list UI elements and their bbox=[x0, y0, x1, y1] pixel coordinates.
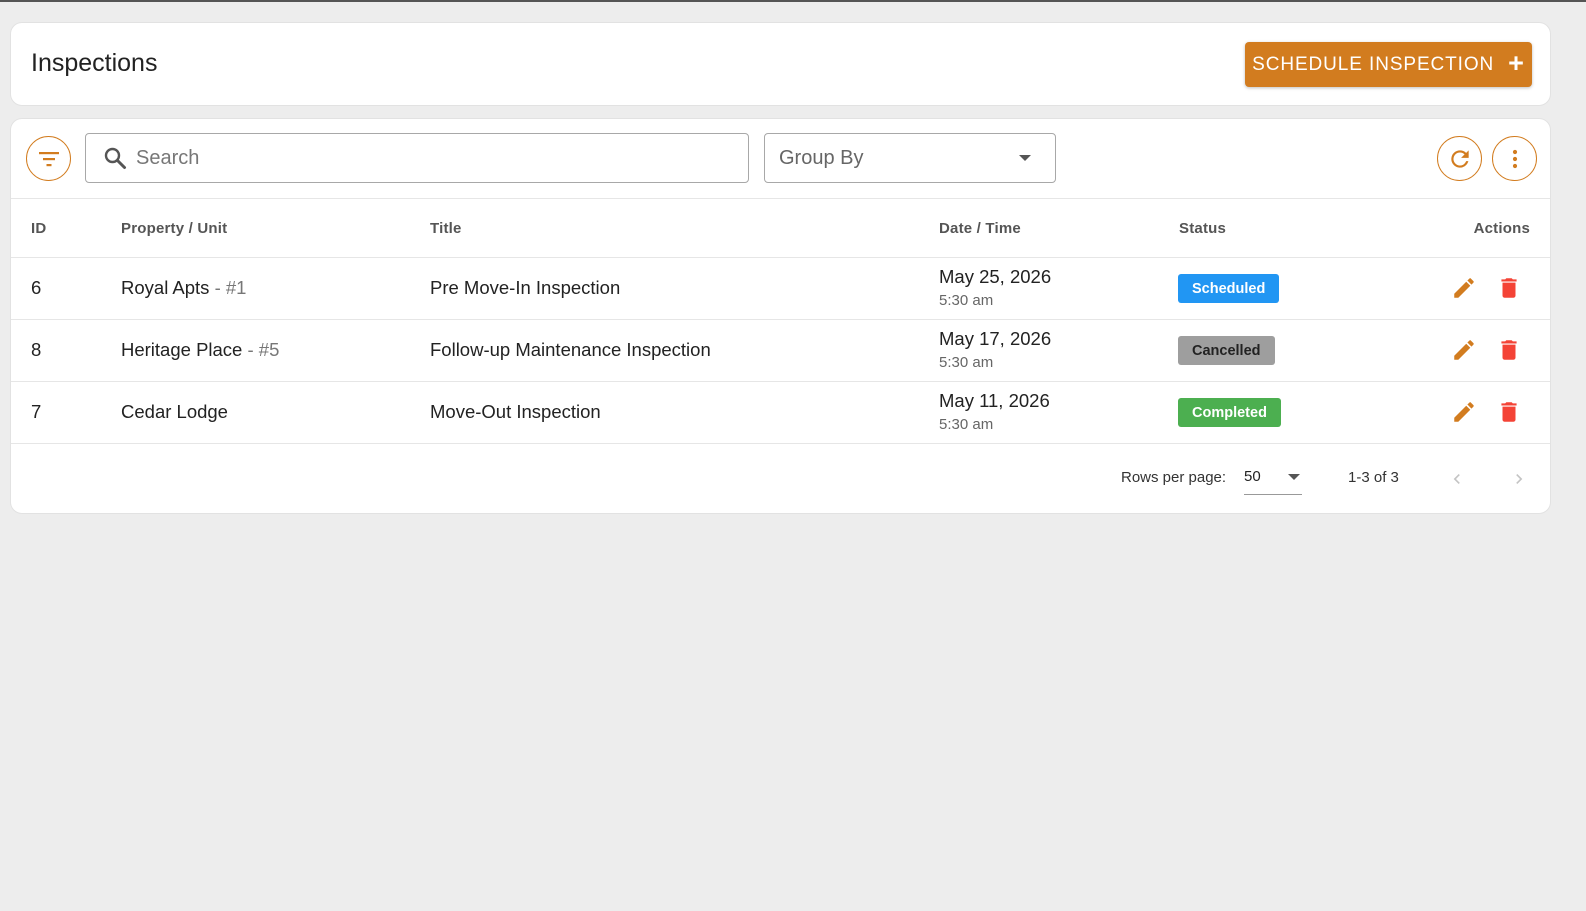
trash-icon[interactable] bbox=[1496, 337, 1522, 363]
filter-icon bbox=[38, 151, 59, 166]
cell-time: 5:30 am bbox=[939, 354, 994, 371]
previous-page-button[interactable] bbox=[1445, 467, 1469, 491]
chevron-right-icon bbox=[1516, 474, 1523, 484]
cell-time: 5:30 am bbox=[939, 292, 994, 309]
more-vertical-icon bbox=[1512, 149, 1517, 168]
status-badge: Scheduled bbox=[1178, 274, 1280, 303]
chevron-left-icon bbox=[1453, 474, 1460, 484]
chevron-down-icon bbox=[1019, 155, 1031, 161]
cell-date: May 25, 2026 bbox=[939, 266, 1052, 287]
schedule-inspection-button[interactable]: Schedule Inspection + bbox=[1245, 42, 1532, 87]
status-badge: Completed bbox=[1178, 398, 1281, 427]
unit-number: - #5 bbox=[242, 339, 280, 360]
pencil-icon[interactable] bbox=[1451, 275, 1477, 301]
cell-time: 5:30 am bbox=[939, 416, 994, 433]
plus-icon: + bbox=[1508, 47, 1525, 78]
cell-title: Move-Out Inspection bbox=[430, 401, 601, 422]
unit-number: - #1 bbox=[209, 277, 247, 298]
cell-title: Pre Move-In Inspection bbox=[430, 277, 621, 298]
column-header-date-time[interactable]: Date / Time bbox=[939, 220, 1021, 237]
pagination-range: 1-3 of 3 bbox=[1348, 469, 1399, 486]
rows-per-page-select[interactable]: 50 bbox=[1244, 459, 1302, 495]
cell-property-unit: Royal Apts - #1 bbox=[121, 277, 246, 299]
table-row[interactable]: 6 Royal Apts - #1 Pre Move-In Inspection… bbox=[11, 258, 1550, 320]
column-header-property-unit[interactable]: Property / Unit bbox=[121, 220, 227, 237]
table-header: ID Property / Unit Title Date / Time Sta… bbox=[11, 199, 1550, 258]
cell-date: May 17, 2026 bbox=[939, 328, 1052, 349]
refresh-button[interactable] bbox=[1437, 136, 1482, 181]
window-top-border bbox=[0, 0, 1586, 2]
refresh-icon bbox=[1450, 149, 1469, 168]
cell-id: 6 bbox=[31, 277, 42, 298]
next-page-button[interactable] bbox=[1507, 467, 1531, 491]
cell-id: 7 bbox=[31, 401, 42, 422]
rows-per-page-value: 50 bbox=[1244, 468, 1261, 485]
column-header-status[interactable]: Status bbox=[1179, 220, 1226, 237]
schedule-inspection-label: Schedule Inspection bbox=[1252, 53, 1495, 75]
table-toolbar: Group By bbox=[11, 119, 1550, 199]
group-by-label: Group By bbox=[779, 146, 864, 169]
property-name: Cedar Lodge bbox=[121, 401, 228, 422]
table-row[interactable]: 8 Heritage Place - #5 Follow-up Maintena… bbox=[11, 320, 1550, 382]
column-header-id[interactable]: ID bbox=[31, 220, 46, 237]
property-name: Royal Apts bbox=[121, 277, 210, 298]
cell-title: Follow-up Maintenance Inspection bbox=[430, 339, 711, 360]
filter-button[interactable] bbox=[26, 136, 71, 181]
pencil-icon[interactable] bbox=[1451, 337, 1477, 363]
cell-property-unit: Cedar Lodge bbox=[121, 401, 228, 423]
page-title: Inspections bbox=[31, 49, 158, 77]
search-field[interactable] bbox=[85, 133, 749, 183]
cell-property-unit: Heritage Place - #5 bbox=[121, 339, 279, 361]
more-options-button[interactable] bbox=[1492, 136, 1537, 181]
column-header-actions: Actions bbox=[1473, 220, 1530, 237]
pagination-footer: Rows per page: 50 1-3 of 3 bbox=[11, 447, 1550, 513]
trash-icon[interactable] bbox=[1496, 275, 1522, 301]
cell-id: 8 bbox=[31, 339, 42, 360]
cell-date: May 11, 2026 bbox=[939, 390, 1050, 411]
table-row[interactable]: 7 Cedar Lodge Move-Out Inspection May 11… bbox=[11, 382, 1550, 444]
column-header-title[interactable]: Title bbox=[430, 220, 462, 237]
property-name: Heritage Place bbox=[121, 339, 243, 360]
group-by-select[interactable]: Group By bbox=[764, 133, 1056, 183]
search-input[interactable] bbox=[136, 146, 716, 170]
search-icon bbox=[103, 146, 127, 170]
status-badge: Cancelled bbox=[1178, 336, 1275, 365]
chevron-down-icon bbox=[1288, 473, 1300, 480]
inspections-table-card: Group By ID Property / Unit Title Date /… bbox=[10, 118, 1551, 514]
rows-per-page-label: Rows per page: bbox=[1121, 469, 1227, 486]
pencil-icon[interactable] bbox=[1451, 399, 1477, 425]
trash-icon[interactable] bbox=[1496, 399, 1522, 425]
page-header: Inspections Schedule Inspection + bbox=[10, 22, 1551, 106]
